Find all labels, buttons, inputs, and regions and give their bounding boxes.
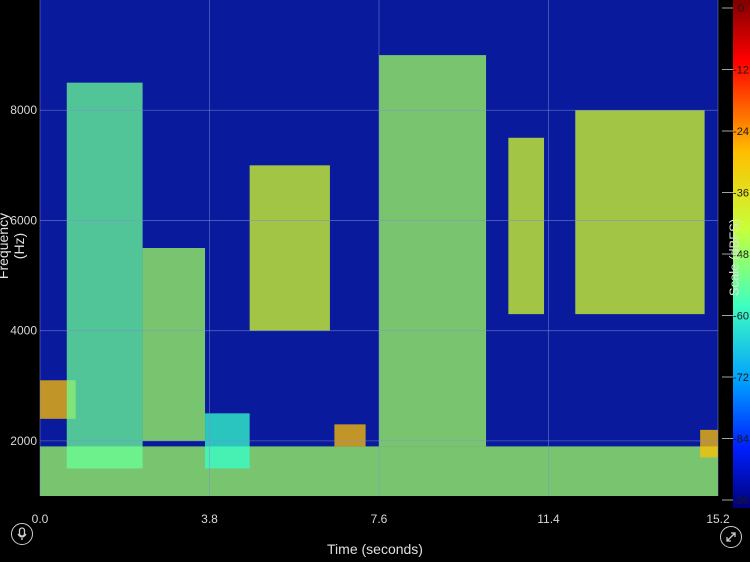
colorbar-tick-label: -72 <box>733 372 749 384</box>
expand-icon[interactable] <box>720 526 742 548</box>
energy-region <box>379 55 487 447</box>
x-tick-label: 15.2 <box>706 512 730 526</box>
energy-region <box>575 110 705 315</box>
x-axis-label: Time (seconds) <box>327 541 423 557</box>
colorbar-tick-label: -84 <box>733 434 749 446</box>
x-tick-label: 0.0 <box>32 512 49 526</box>
energy-region <box>334 424 366 447</box>
y-axis-label: Frequency (Hz) <box>0 212 27 280</box>
colorbar-tick-label: -96 <box>733 495 749 507</box>
energy-region <box>142 248 206 441</box>
colorbar-label: Scale (dBFS) <box>726 218 742 297</box>
energy-region <box>249 165 330 331</box>
energy-region <box>700 429 718 458</box>
x-tick-label: 11.4 <box>537 512 560 526</box>
energy-region <box>508 137 545 315</box>
spectrogram-chart: 0.0 3.8 7.6 11.4 15.2 2000400060008000 0-12-… <box>10 0 750 526</box>
y-tick-label: 8000 <box>10 103 37 117</box>
y-tick-label: 4000 <box>10 324 37 338</box>
y-tick-label: 2000 <box>10 434 37 448</box>
microphone-icon[interactable] <box>11 523 33 545</box>
x-tick-label: 3.8 <box>201 512 218 526</box>
energy-region <box>66 82 143 469</box>
x-tick-label: 7.6 <box>371 512 388 526</box>
colorbar-tick-label: -12 <box>733 65 749 77</box>
colorbar-tick-label: 0 <box>738 3 744 15</box>
colorbar-tick-label: -36 <box>733 188 749 200</box>
colorbar-tick-label: -24 <box>733 126 749 138</box>
colorbar-tick-label: -60 <box>733 311 749 323</box>
